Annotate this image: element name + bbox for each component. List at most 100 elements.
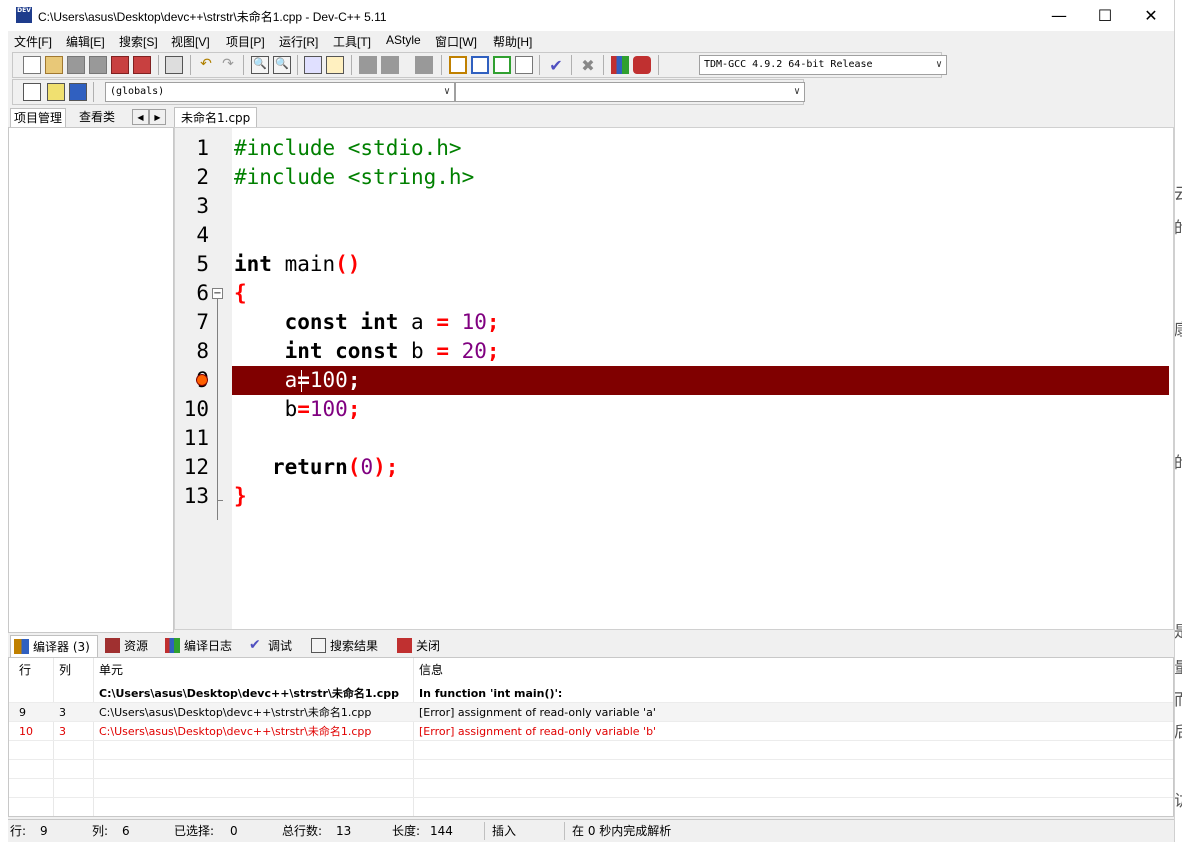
maximize-button[interactable]: ☐ bbox=[1082, 0, 1128, 31]
compiler-select[interactable]: TDM-GCC 4.9.2 64-bit Release ∨ bbox=[699, 55, 947, 75]
code-text: int main() bbox=[234, 250, 360, 279]
line-number: 13 bbox=[183, 484, 209, 508]
print-icon[interactable] bbox=[165, 56, 183, 74]
undo-icon[interactable]: ↶ bbox=[197, 56, 215, 74]
tab-search-results[interactable]: 搜索结果 bbox=[308, 635, 382, 657]
background-text: 而 bbox=[1174, 692, 1182, 708]
menu-item-6[interactable]: 工具[T] bbox=[333, 33, 371, 50]
code-text: const int a = 10; bbox=[234, 308, 500, 337]
column-header-message[interactable]: 信息 bbox=[419, 658, 443, 682]
close-window-button[interactable]: ✕ bbox=[1128, 0, 1174, 31]
indent-icon[interactable] bbox=[304, 56, 322, 74]
compile-run-icon[interactable] bbox=[493, 56, 511, 74]
run-icon[interactable] bbox=[471, 56, 489, 74]
stop-icon[interactable]: ✖ bbox=[579, 56, 597, 75]
code-line[interactable]: 13} bbox=[175, 482, 1173, 511]
code-line[interactable]: 6{ bbox=[175, 279, 1173, 308]
column-header-unit[interactable]: 单元 bbox=[99, 658, 123, 682]
tab-class-browser[interactable]: 查看类 bbox=[76, 108, 118, 127]
tab-scroll-right-icon[interactable]: ▶ bbox=[149, 109, 166, 125]
tab-resources[interactable]: 资源 bbox=[102, 635, 152, 657]
code-line[interactable]: 2 #include <string.h> bbox=[175, 163, 1173, 192]
tab-compiler[interactable]: 编译器 (3) bbox=[10, 635, 98, 657]
insert-icon[interactable] bbox=[23, 83, 41, 101]
code-token: { bbox=[234, 281, 247, 305]
menu-item-2[interactable]: 搜索[S] bbox=[119, 33, 158, 50]
new-file-icon[interactable] bbox=[23, 56, 41, 74]
table-cell-unit: C:\Users\asus\Desktop\devc++\strstr\未命名1… bbox=[99, 706, 372, 719]
tab-compiler-label: 编译器 (3) bbox=[33, 640, 90, 654]
close-file-icon[interactable] bbox=[111, 56, 129, 74]
close-all-icon[interactable] bbox=[133, 56, 151, 74]
code-line[interactable]: 11 bbox=[175, 424, 1173, 453]
fold-collapse-icon[interactable]: − bbox=[212, 288, 223, 299]
table-row[interactable]: 9 3 C:\Users\asus\Desktop\devc++\strstr\未命… bbox=[9, 703, 1173, 722]
save-all-icon[interactable] bbox=[89, 56, 107, 74]
code-line[interactable]: 7 const int a = 10; bbox=[175, 308, 1173, 337]
table-row[interactable]: C:\Users\asus\Desktop\devc++\strstr\未命名1… bbox=[9, 684, 1173, 703]
code-line[interactable]: 8 int const b = 20; bbox=[175, 337, 1173, 366]
unindent-icon[interactable] bbox=[326, 56, 344, 74]
rebuild-icon[interactable] bbox=[515, 56, 533, 74]
column-header-line[interactable]: 行 bbox=[19, 658, 31, 682]
open-file-icon[interactable] bbox=[45, 56, 63, 74]
goto-line-icon[interactable] bbox=[415, 56, 433, 74]
tab-debug[interactable]: ✔ 调试 bbox=[246, 635, 296, 657]
replace-icon[interactable]: 🔍 bbox=[273, 56, 291, 74]
code-line[interactable]: 5 int main() bbox=[175, 250, 1173, 279]
code-text: #include <string.h> bbox=[234, 163, 474, 192]
symbol-select[interactable]: ∨ bbox=[455, 82, 805, 102]
menu-item-9[interactable]: 帮助[H] bbox=[493, 33, 532, 50]
menu-item-7[interactable]: AStyle bbox=[386, 33, 421, 47]
code-text: a=100; bbox=[232, 366, 1169, 395]
code-line[interactable]: 1 #include <stdio.h> bbox=[175, 134, 1173, 163]
tab-compile-log[interactable]: 编译日志 bbox=[162, 635, 236, 657]
redo-icon[interactable]: ↷ bbox=[219, 56, 237, 74]
status-row-label: 行: bbox=[10, 824, 27, 838]
line-number: 3 bbox=[196, 194, 209, 218]
code-text: { bbox=[234, 279, 247, 308]
code-line[interactable]: 9 a=100; bbox=[175, 366, 1173, 395]
background-text: 访 bbox=[1174, 793, 1182, 809]
chart-icon[interactable] bbox=[611, 56, 629, 74]
code-editor[interactable]: 1 #include <stdio.h> 2 #include <string.h> 3… bbox=[174, 127, 1174, 630]
code-line[interactable]: 10 b=100; bbox=[175, 395, 1173, 424]
tab-close[interactable]: 关闭 bbox=[394, 635, 444, 657]
menu-item-4[interactable]: 项目[P] bbox=[226, 33, 265, 50]
project-tree[interactable] bbox=[8, 127, 174, 633]
profile-delete-icon[interactable] bbox=[633, 56, 651, 74]
error-marker-icon[interactable] bbox=[196, 374, 208, 386]
code-line[interactable]: 12 return(0); bbox=[175, 453, 1173, 482]
table-cell-msg: [Error] assignment of read-only variable… bbox=[419, 725, 657, 738]
table-cell-unit: C:\Users\asus\Desktop\devc++\strstr\未命名1… bbox=[99, 687, 400, 700]
code-token: const int bbox=[284, 310, 399, 334]
menu-item-5[interactable]: 运行[R] bbox=[279, 33, 318, 50]
toggle-bookmark-icon[interactable] bbox=[359, 56, 377, 74]
code-token: int const bbox=[284, 339, 399, 363]
syntax-check-icon[interactable]: ✔ bbox=[547, 56, 565, 75]
minimize-button[interactable]: — bbox=[1036, 0, 1082, 31]
line-number: 10 bbox=[183, 397, 209, 421]
empty-row bbox=[9, 760, 1173, 779]
status-total-value: 13 bbox=[336, 824, 352, 838]
column-header-col[interactable]: 列 bbox=[59, 658, 71, 682]
tab-scroll-left-icon[interactable]: ◀ bbox=[132, 109, 149, 125]
menu-item-1[interactable]: 编辑[E] bbox=[66, 33, 105, 50]
tab-project-manager[interactable]: 项目管理 bbox=[10, 108, 67, 127]
code-line[interactable]: 3 bbox=[175, 192, 1173, 221]
find-icon[interactable]: 🔍 bbox=[251, 56, 269, 74]
menu-item-0[interactable]: 文件[F] bbox=[14, 33, 52, 50]
menu-item-3[interactable]: 视图[V] bbox=[171, 33, 210, 50]
code-token: b bbox=[398, 339, 437, 363]
menu-item-8[interactable]: 窗口[W] bbox=[435, 33, 477, 50]
toggle-icon[interactable] bbox=[47, 83, 65, 101]
line-number: 6 bbox=[196, 281, 209, 305]
code-line[interactable]: 4 bbox=[175, 221, 1173, 250]
scope-select[interactable]: (globals) ∨ bbox=[105, 82, 455, 102]
table-row[interactable]: 10 3 C:\Users\asus\Desktop\devc++\strstr\未… bbox=[9, 722, 1173, 741]
goto-icon[interactable] bbox=[69, 83, 87, 101]
editor-tab-file[interactable]: 未命名1.cpp bbox=[174, 107, 258, 127]
compile-icon[interactable] bbox=[449, 56, 467, 74]
save-icon[interactable] bbox=[67, 56, 85, 74]
goto-bookmark-icon[interactable] bbox=[381, 56, 399, 74]
